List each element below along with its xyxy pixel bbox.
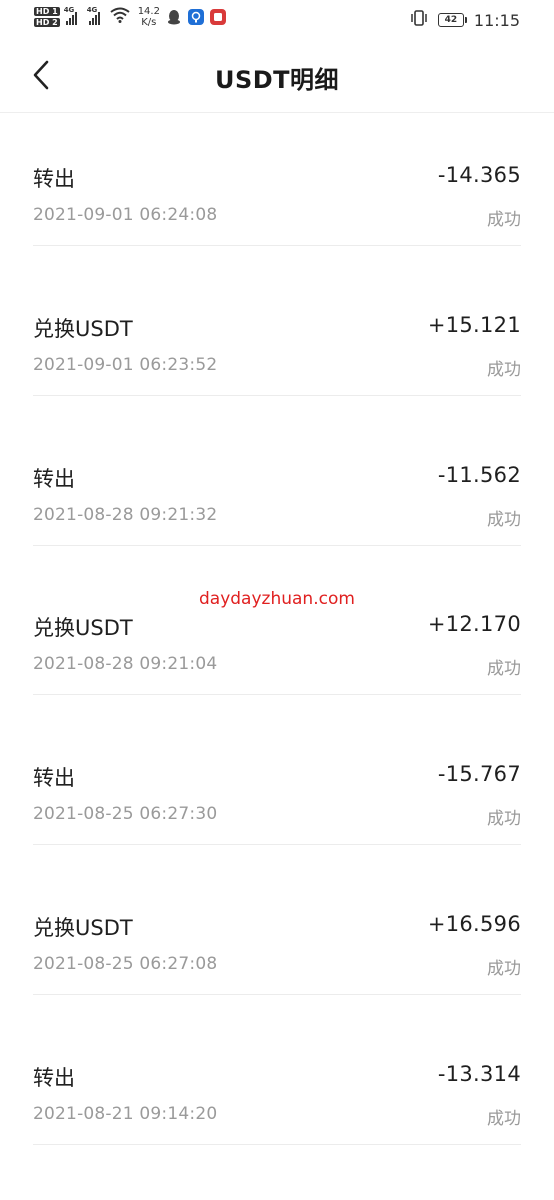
nav-bar: USDT明细 — [0, 40, 554, 113]
status-bar-left: HD 1 HD 2 4G 4G 14.2 K/s — [34, 6, 226, 28]
divider — [33, 694, 521, 696]
transaction-title: 转出 — [33, 766, 75, 791]
signal-1-icon: 4G — [63, 6, 77, 25]
signal-bar — [68, 18, 71, 25]
divider — [33, 245, 521, 246]
transaction-amount: -13.314 — [437, 1061, 521, 1086]
speed-value: 14.2 — [137, 6, 160, 17]
transaction-title: 兑换USDT — [33, 915, 133, 940]
transaction-row[interactable]: 转出 -11.562 2021-08-28 09:21:32 成功 — [0, 413, 554, 563]
transaction-time: 2021-09-01 06:24:08 — [33, 205, 218, 225]
divider — [33, 394, 521, 396]
wifi-icon — [110, 7, 130, 27]
hd2-badge: HD 2 — [34, 18, 60, 27]
transaction-amount: +12.170 — [427, 612, 521, 637]
transaction-time: 2021-08-21 09:14:20 — [33, 1103, 218, 1124]
signal-2-icon: 4G — [86, 6, 100, 25]
divider — [33, 544, 521, 546]
battery-icon: 42 — [437, 13, 467, 27]
transaction-amount: +15.121 — [427, 312, 521, 337]
transaction-status: 成功 — [487, 659, 521, 680]
transaction-time: 2021-08-28 09:21:32 — [33, 504, 218, 525]
signal-bar — [71, 15, 74, 25]
transaction-status: 成功 — [487, 509, 521, 530]
transaction-time: 2021-08-25 06:27:30 — [33, 804, 218, 825]
speed-unit: K/s — [141, 17, 157, 28]
transaction-title: 转出 — [33, 1065, 75, 1090]
transaction-row[interactable]: 转出 -13.314 2021-08-21 09:14:20 成功 — [0, 1012, 554, 1162]
red-app-icon — [209, 9, 226, 25]
transaction-amount: -11.562 — [437, 462, 521, 487]
signal-bar — [65, 21, 68, 25]
transaction-title: 转出 — [33, 466, 75, 491]
status-bar-right: 42 11:15 — [410, 10, 520, 30]
transaction-status: 成功 — [487, 958, 521, 979]
transaction-time: 2021-08-25 06:27:08 — [33, 953, 218, 974]
signal-bar — [74, 12, 77, 25]
transaction-status: 成功 — [487, 210, 521, 230]
transaction-title: 兑换USDT — [33, 616, 133, 641]
qq-penguin-icon — [166, 9, 182, 25]
transaction-title: 转出 — [33, 167, 75, 191]
network-type-1: 4G — [63, 6, 75, 14]
transaction-row[interactable]: 兑换USDT +16.596 2021-08-25 06:27:08 成功 — [0, 862, 554, 1012]
divider — [33, 844, 521, 846]
transaction-row[interactable]: 转出 -15.767 2021-08-25 06:27:30 成功 — [0, 712, 554, 862]
transaction-row[interactable]: 兑换USDT +15.121 2021-09-01 06:23:52 成功 — [0, 263, 554, 413]
transaction-row[interactable]: 转出 -14.365 2021-09-01 06:24:08 成功 — [0, 113, 554, 263]
hd-indicators: HD 1 HD 2 — [34, 7, 60, 27]
vibrate-icon — [410, 10, 428, 30]
blue-app-icon — [187, 9, 204, 25]
transaction-amount: +16.596 — [427, 911, 521, 936]
transaction-time: 2021-09-01 06:23:52 — [33, 354, 218, 375]
signal-bar — [91, 18, 94, 25]
transaction-title: 兑换USDT — [33, 316, 133, 341]
transaction-row[interactable]: 兑换USDT +12.170 2021-08-28 09:21:04 成功 — [0, 562, 554, 712]
divider — [33, 993, 521, 995]
transaction-status: 成功 — [487, 809, 521, 830]
status-bar: HD 1 HD 2 4G 4G 14.2 K/s 42 11:15 — [0, 0, 554, 40]
signal-bar — [94, 15, 97, 25]
transaction-amount: -15.767 — [437, 762, 521, 787]
network-speed: 14.2 K/s — [138, 6, 160, 28]
divider — [33, 1143, 521, 1145]
transaction-amount: -14.365 — [437, 163, 521, 187]
network-type-2: 4G — [86, 6, 98, 14]
transaction-status: 成功 — [487, 359, 521, 380]
signal-bar — [88, 21, 91, 25]
page-title: USDT明细 — [214, 66, 340, 94]
transaction-time: 2021-08-28 09:21:04 — [33, 654, 218, 675]
watermark-text: daydayzhuan.com — [199, 589, 355, 609]
signal-bar — [97, 12, 100, 25]
transaction-status: 成功 — [487, 1108, 521, 1129]
clock: 11:15 — [473, 10, 520, 30]
transaction-list: 转出 -14.365 2021-09-01 06:24:08 成功 兑换USDT… — [0, 113, 554, 1162]
hd1-badge: HD 1 — [34, 7, 60, 16]
